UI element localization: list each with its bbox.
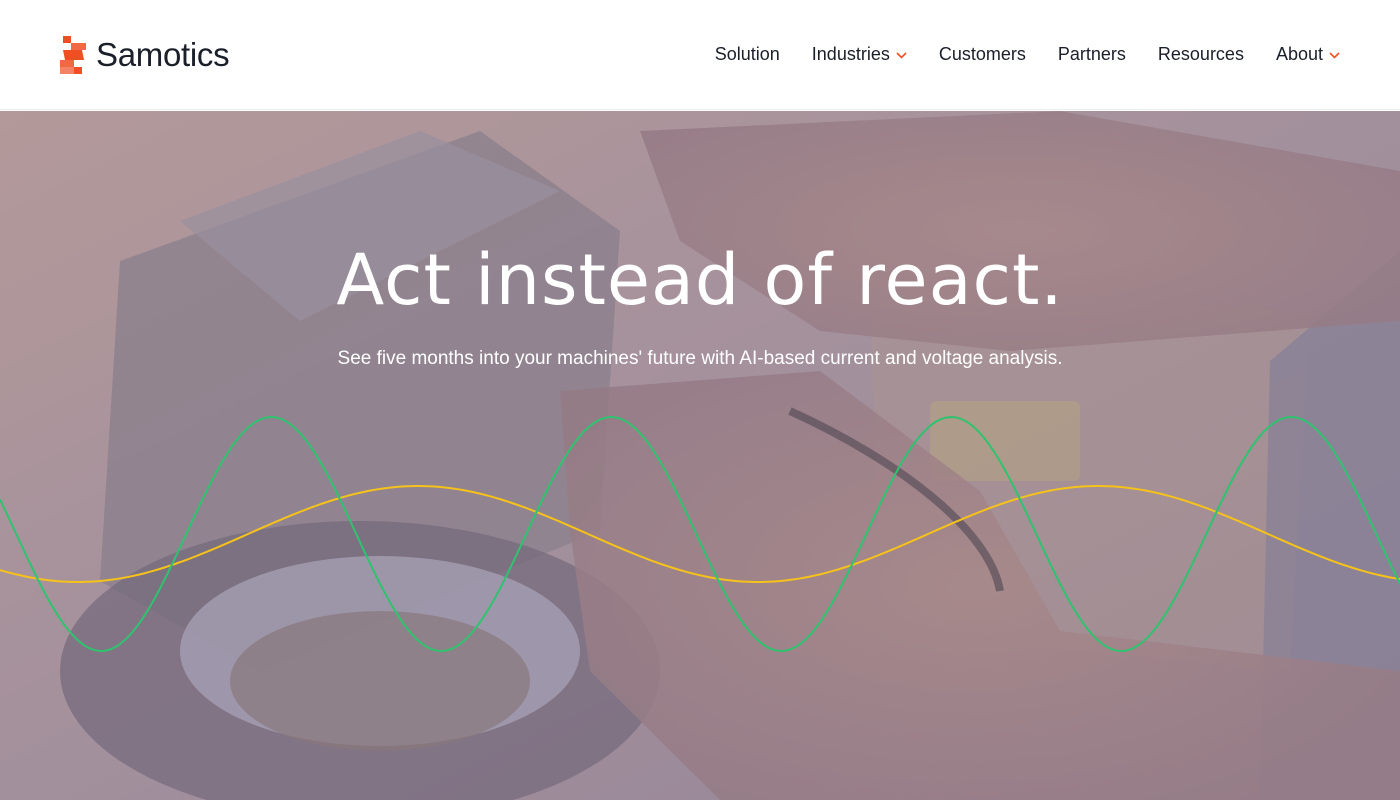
- nav-item-customers[interactable]: Customers: [939, 44, 1026, 65]
- nav-item-partners[interactable]: Partners: [1058, 44, 1126, 65]
- nav-item-label: Partners: [1057, 44, 1126, 64]
- nav-item-label: Customers: [938, 44, 1026, 64]
- brand-name: Samotics: [96, 35, 230, 73]
- nav-item-label: About: [1275, 44, 1323, 64]
- hero-subtitle: See five months into your machines' futu…: [337, 348, 1063, 369]
- chevron-down-icon: [896, 52, 907, 59]
- nav-item-industries[interactable]: Industries: [812, 44, 907, 65]
- samotics-s-logo-icon: [60, 35, 86, 74]
- nav-item-solution[interactable]: Solution: [715, 44, 780, 65]
- hero-title: Act instead of react.: [336, 239, 1064, 321]
- nav-item-about[interactable]: About: [1276, 44, 1340, 65]
- nav-item-resources[interactable]: Resources: [1158, 44, 1244, 65]
- site-header: Samotics Solution Industries Customers P…: [0, 0, 1400, 110]
- main-nav: Solution Industries Customers Partners R…: [715, 44, 1340, 65]
- current-wave-line: [0, 416, 1400, 652]
- nav-item-label: Solution: [714, 44, 780, 64]
- hero-section: Act instead of react. See five months in…: [0, 111, 1400, 800]
- nav-item-label: Industries: [811, 44, 890, 64]
- nav-item-label: Resources: [1157, 44, 1244, 64]
- chevron-down-icon: [1329, 52, 1340, 59]
- brand-logo-link[interactable]: Samotics: [60, 35, 230, 74]
- signal-waves-graphic: [0, 416, 1400, 652]
